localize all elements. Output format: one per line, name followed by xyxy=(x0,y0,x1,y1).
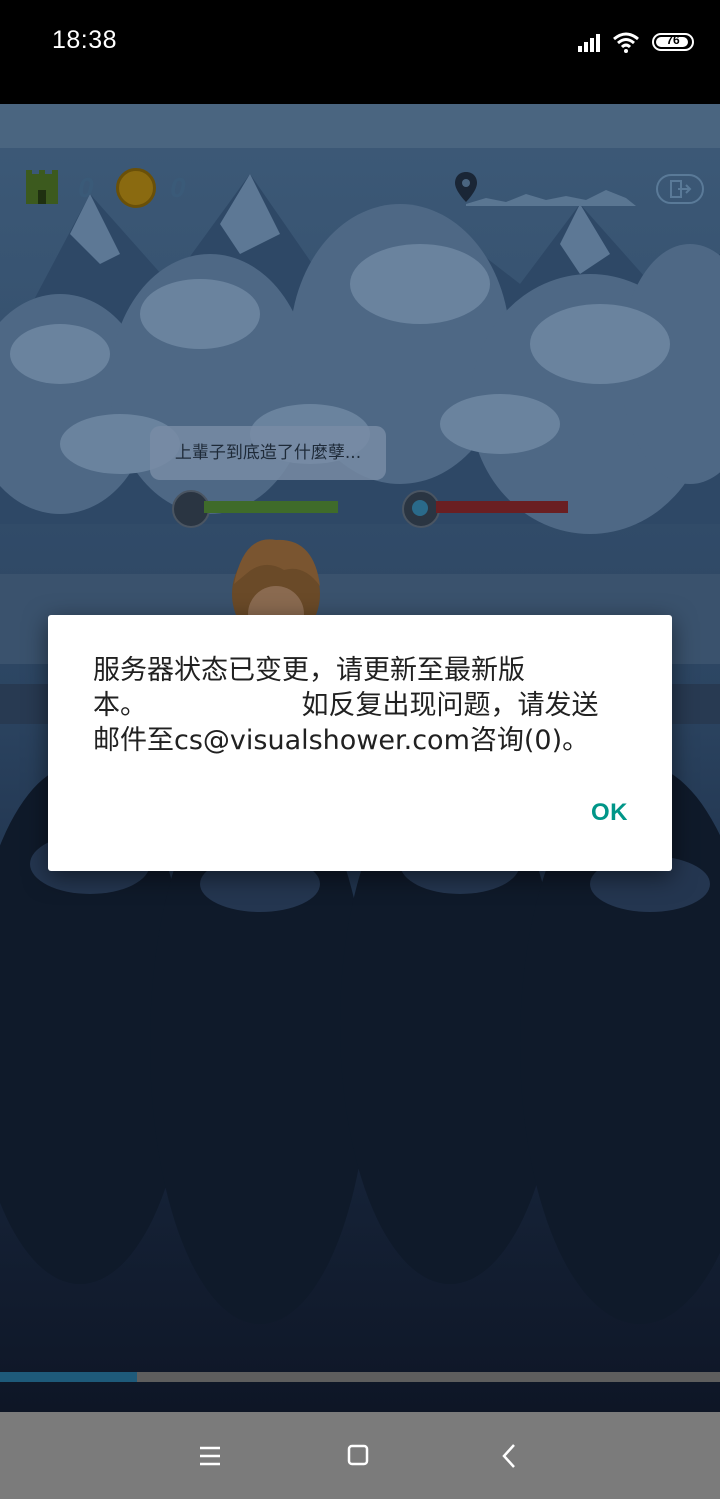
back-button[interactable] xyxy=(490,1438,530,1474)
speech-bubble: 上輩子到底造了什麼孽... xyxy=(150,426,386,480)
battery-icon: 76 xyxy=(652,33,694,51)
shield-icon xyxy=(402,490,440,528)
dialog-message: 服务器状态已变更，请更新至最新版 本。 如反复出现问题，请发送 邮件至cs@vi… xyxy=(93,653,623,758)
battery-level: 76 xyxy=(666,33,680,47)
status-time: 18:38 xyxy=(52,26,118,54)
dialog-message-line3: 邮件至cs@visualshower.com咨询(0)。 xyxy=(93,725,590,756)
castle-icon xyxy=(26,170,58,204)
back-icon xyxy=(502,1444,515,1468)
coin-icon xyxy=(116,168,156,208)
wifi-icon xyxy=(613,32,639,53)
castle-count: 0 xyxy=(78,172,94,203)
dialog-message-line2: 本。 如反复出现问题，请发送 xyxy=(93,690,599,721)
coin-count: 0 xyxy=(170,172,186,203)
terrain-minimap xyxy=(466,190,636,206)
alert-dialog: 服务器状态已变更，请更新至最新版 本。 如反复出现问题，请发送 邮件至cs@vi… xyxy=(48,615,672,871)
hud: 0 0 xyxy=(0,148,720,220)
home-button[interactable] xyxy=(338,1438,378,1474)
dialog-message-line1: 服务器状态已变更，请更新至最新版 xyxy=(93,655,525,686)
enemy-health-bar xyxy=(436,501,568,513)
navigation-bar xyxy=(0,1412,720,1499)
menu-icon xyxy=(200,1446,220,1466)
level-progress xyxy=(0,1372,720,1382)
menu-button[interactable] xyxy=(190,1438,230,1474)
exit-button[interactable] xyxy=(656,174,704,204)
status-icons: 76 xyxy=(578,30,694,54)
exit-icon xyxy=(670,180,692,198)
signal-icon xyxy=(578,32,600,52)
player-health-bar xyxy=(204,501,338,513)
status-bar: 18:38 76 xyxy=(0,0,720,104)
level-progress-fill xyxy=(0,1372,137,1382)
home-icon xyxy=(347,1444,369,1466)
ok-button[interactable]: OK xyxy=(591,799,628,827)
